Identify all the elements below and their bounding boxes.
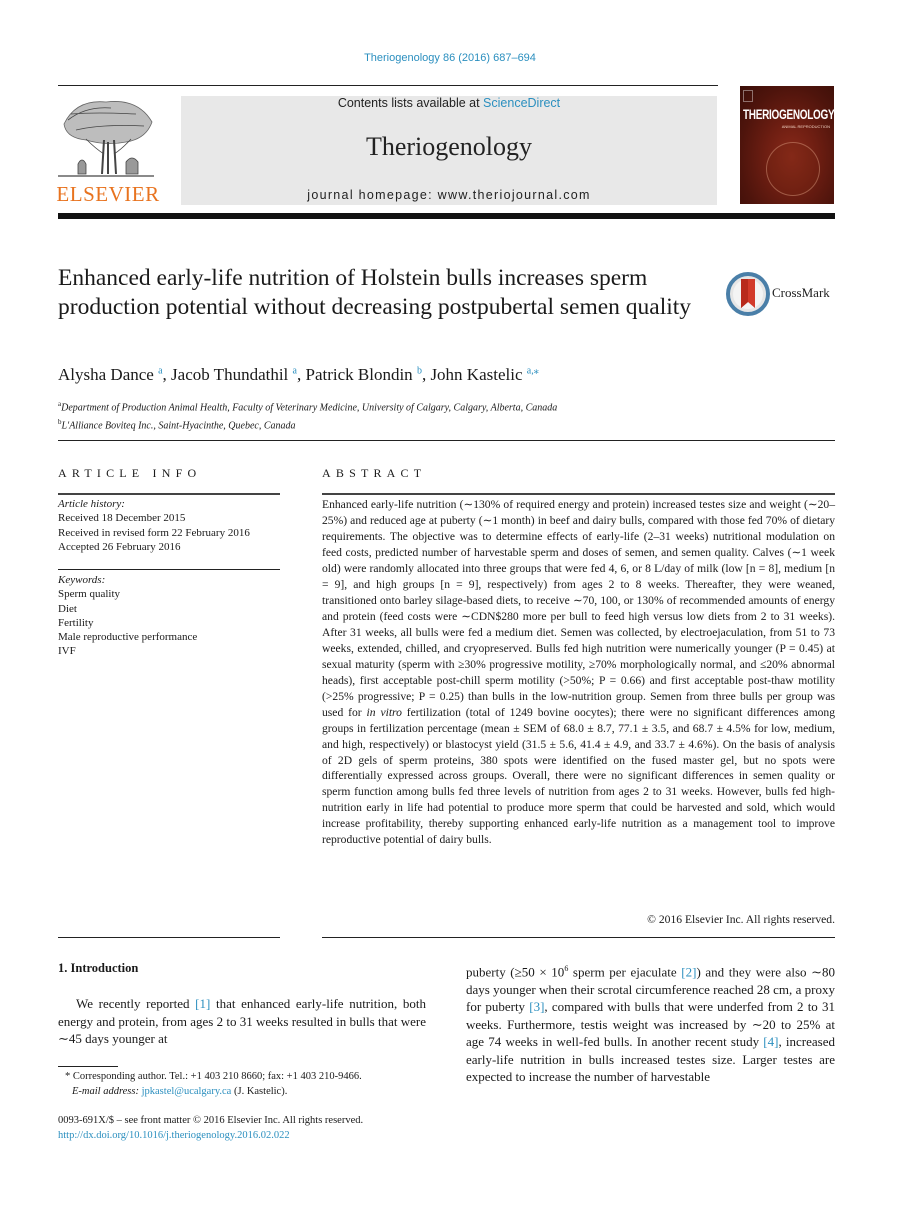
keyword: Sperm quality <box>58 588 121 601</box>
author-name[interactable]: Patrick Blondin <box>305 365 412 384</box>
abstract-text-part: fertilization (total of 1249 bovine oocy… <box>322 705 836 847</box>
introduction-column-2: puberty (≥50 × 106 sperm per ejaculate [… <box>466 960 835 1086</box>
email-link[interactable]: jpkastel@ucalgary.ca <box>142 1086 232 1097</box>
front-matter: 0093-691X/$ – see front matter © 2016 El… <box>58 1114 438 1143</box>
affiliation-text: L'Alliance Boviteq Inc., Saint-Hyacinthe… <box>61 420 296 432</box>
reference-link[interactable]: [2] <box>681 964 696 979</box>
keyword: Diet <box>58 602 77 615</box>
abstract-text: Enhanced early-life nutrition (∼130% of … <box>322 497 835 848</box>
affiliations: aDepartment of Production Animal Health,… <box>58 397 557 434</box>
author-name[interactable]: Jacob Thundathil <box>171 365 288 384</box>
keyword: Fertility <box>58 616 94 629</box>
abstract-italic-term: in vitro <box>366 705 402 719</box>
article-info-divider <box>58 493 280 495</box>
crossmark-icon <box>726 272 770 316</box>
elsevier-wordmark: ELSEVIER <box>56 182 160 206</box>
keywords-divider <box>58 569 280 570</box>
footnote-divider <box>58 1066 118 1067</box>
corresponding-author-text: Corresponding author. Tel.: +1 403 210 8… <box>70 1071 362 1082</box>
keywords: Keywords: Sperm quality Diet Fertility M… <box>58 573 197 659</box>
contents-line: Contents lists available at ScienceDirec… <box>181 96 717 110</box>
reference-link[interactable]: [4] <box>763 1034 778 1049</box>
cover-publisher-badge <box>743 90 753 102</box>
crossmark-label: CrossMark <box>772 285 830 300</box>
history-item: Accepted 26 February 2016 <box>58 540 181 553</box>
affiliations-divider <box>58 440 835 441</box>
elsevier-tree-icon <box>58 101 154 177</box>
author-name[interactable]: John Kastelic <box>430 365 522 384</box>
author-list: Alysha Dance a, Jacob Thundathil a, Patr… <box>58 365 539 385</box>
journal-banner: Contents lists available at ScienceDirec… <box>181 96 717 205</box>
crossmark-button[interactable]: CrossMark <box>726 272 846 316</box>
journal-name[interactable]: Theriogenology <box>181 132 717 162</box>
author[interactable]: John Kastelic a,⁎ <box>430 365 538 384</box>
email-label: E-mail address: <box>72 1085 142 1097</box>
email-suffix: (J. Kastelic). <box>231 1085 288 1097</box>
journal-homepage-link[interactable]: journal homepage: www.theriojournal.com <box>181 188 717 202</box>
article-info-heading: ARTICLE INFO <box>58 466 202 480</box>
history-item: Received in revised form 22 February 201… <box>58 526 250 539</box>
article-title: Enhanced early-life nutrition of Holstei… <box>58 265 692 320</box>
author[interactable]: Jacob Thundathil a, <box>171 365 305 384</box>
cover-oocyte-graphic <box>766 142 820 196</box>
abstract-text-part: Enhanced early-life nutrition (∼130% of … <box>322 498 835 719</box>
front-matter-text: 0093-691X/$ – see front matter © 2016 El… <box>58 1115 364 1126</box>
keyword: IVF <box>58 645 76 658</box>
intro-text: We recently reported <box>76 996 196 1011</box>
introduction-heading: 1. Introduction <box>58 961 139 975</box>
author-separator: , <box>162 365 172 384</box>
contents-prefix: Contents lists available at <box>337 96 484 110</box>
history-item: Received 18 December 2015 <box>58 512 186 525</box>
corresponding-author-footnote: * Corresponding author. Tel.: +1 403 210… <box>58 1070 426 1099</box>
author[interactable]: Alysha Dance a, <box>58 365 171 384</box>
abstract-copyright: © 2016 Elsevier Inc. All rights reserved… <box>647 913 835 926</box>
journal-cover-image[interactable]: THERIOGENOLOGY ANIMAL REPRODUCTION <box>740 86 835 204</box>
reference-link[interactable]: [3] <box>529 999 544 1014</box>
affiliation-text: Department of Production Animal Health, … <box>61 402 558 414</box>
header-divider <box>58 85 718 86</box>
affiliation-marker[interactable]: a,⁎ <box>527 365 539 376</box>
cover-subtitle: ANIMAL REPRODUCTION <box>781 124 830 129</box>
abstract-bottom-divider <box>322 937 835 938</box>
reference-link[interactable]: [1] <box>195 996 210 1011</box>
doi-link[interactable]: http://dx.doi.org/10.1016/j.theriogenolo… <box>58 1129 438 1144</box>
history-label: Article history: <box>58 498 125 510</box>
article-history: Article history: Received 18 December 20… <box>58 497 250 554</box>
keywords-label: Keywords: <box>58 574 106 586</box>
cover-title: THERIOGENOLOGY <box>743 108 835 124</box>
article-info-bottom-divider <box>58 937 280 938</box>
abstract-heading: ABSTRACT <box>322 466 427 480</box>
intro-text: sperm per ejaculate <box>568 964 682 980</box>
journal-citation-link[interactable]: Theriogenology 86 (2016) 687–694 <box>0 52 900 64</box>
keyword: Male reproductive performance <box>58 631 198 644</box>
elsevier-logo[interactable]: ELSEVIER <box>56 94 160 206</box>
author[interactable]: Patrick Blondin b, <box>305 365 430 384</box>
header-thick-divider <box>58 213 835 219</box>
introduction-column-1: We recently reported [1] that enhanced e… <box>58 995 426 1048</box>
abstract-divider <box>322 493 835 495</box>
intro-text: puberty (≥50 × 10 <box>466 964 565 980</box>
author-name[interactable]: Alysha Dance <box>58 365 154 384</box>
sciencedirect-link[interactable]: ScienceDirect <box>483 96 560 110</box>
affiliation: bL'Alliance Boviteq Inc., Saint-Hyacinth… <box>58 415 557 433</box>
affiliation: aDepartment of Production Animal Health,… <box>58 397 557 415</box>
